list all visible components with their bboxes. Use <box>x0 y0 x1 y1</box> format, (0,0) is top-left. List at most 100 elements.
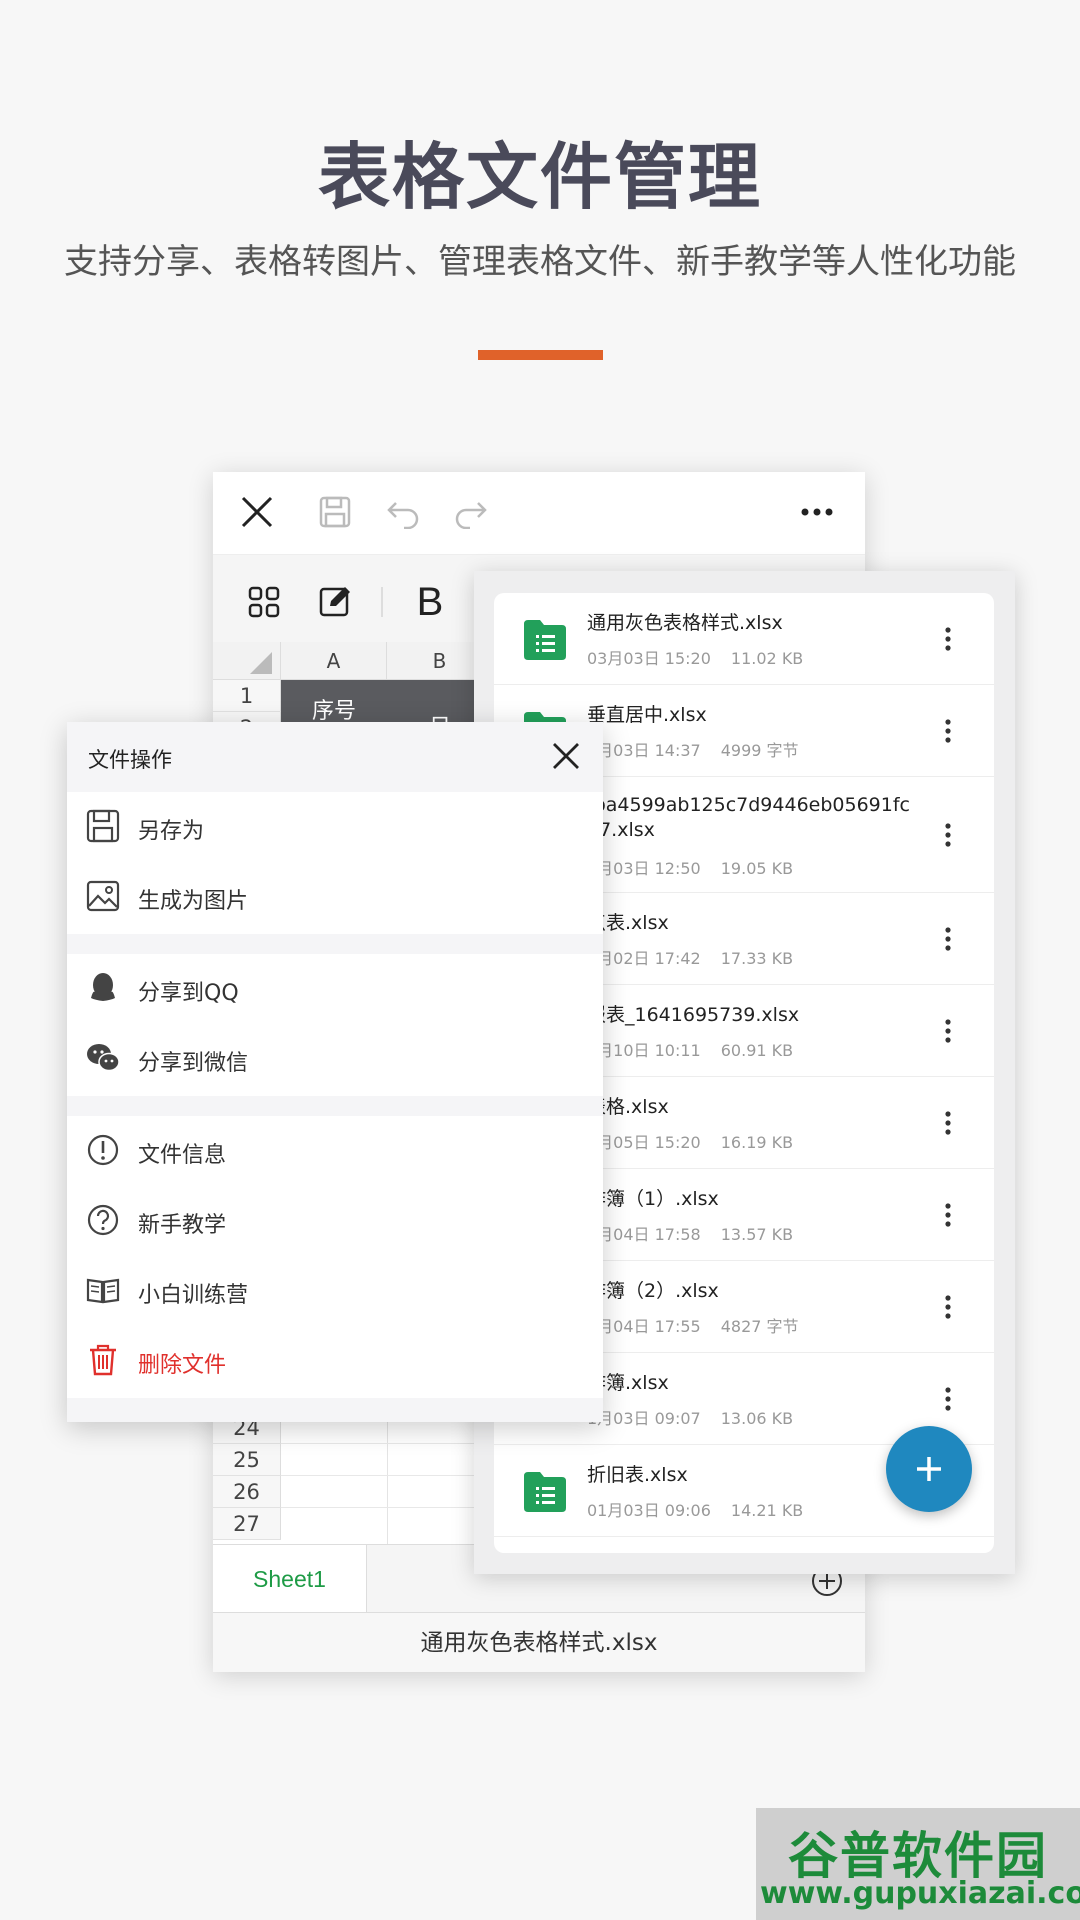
file-name: 折旧表.xlsx <box>587 1464 688 1486</box>
file-meta: 01月03日 09:06 14.21 KB <box>587 1497 803 1521</box>
file-size: 19.05 KB <box>720 859 794 878</box>
wechat-icon <box>87 1044 120 1072</box>
op-save-as[interactable]: 另存为 <box>67 792 603 862</box>
apps-button[interactable] <box>239 577 289 627</box>
current-file-name: 通用灰色表格样式.xlsx <box>213 1612 865 1672</box>
close-operations-button[interactable] <box>549 739 583 773</box>
file-meta: 3月03日 12:50 19.05 KB <box>587 855 793 879</box>
file-meta: 1月04日 17:55 4827 字节 <box>587 1313 799 1337</box>
watermark-logo: 谷普软件园 www.gupuxiazai.com <box>756 1808 1080 1920</box>
bold-button[interactable]: B <box>405 577 455 627</box>
redo-button[interactable] <box>447 488 495 536</box>
file-size: 13.57 KB <box>720 1225 794 1244</box>
file-size: 4827 字节 <box>720 1317 799 1336</box>
image-icon <box>86 880 120 912</box>
file-size: 14.21 KB <box>730 1501 804 1520</box>
file-more-button[interactable] <box>938 1292 958 1322</box>
hero-subtitle: 支持分享、表格转图片、管理表格文件、新手教学等人性化功能 <box>64 242 1016 282</box>
file-name: 报表_1641695739.xlsx <box>587 1004 800 1026</box>
op-share-wechat[interactable]: 分享到微信 <box>67 1024 603 1094</box>
file-meta: 1月04日 17:58 13.57 KB <box>587 1221 793 1245</box>
more-horizontal-icon <box>801 508 833 516</box>
save-icon <box>86 809 120 843</box>
add-file-fab[interactable] <box>886 1426 972 1512</box>
select-all-corner[interactable] <box>213 642 281 680</box>
row-number[interactable]: 25 <box>213 1444 281 1476</box>
column-header-a[interactable]: A <box>281 642 387 680</box>
section-divider <box>67 934 603 954</box>
spreadsheet-file-icon <box>524 1472 566 1512</box>
file-name: 垂直居中.xlsx <box>587 704 707 726</box>
sheet-tab-sheet1[interactable]: Sheet1 <box>213 1545 367 1613</box>
corner-triangle-icon <box>250 652 272 674</box>
row-number[interactable]: 27 <box>213 1508 281 1540</box>
edit-icon <box>319 587 350 617</box>
op-label: 分享到微信 <box>138 1051 249 1076</box>
op-label: 生成为图片 <box>138 889 249 914</box>
more-menu-button[interactable] <box>793 488 841 536</box>
file-date: 1月05日 15:20 <box>587 1133 701 1152</box>
file-name: 表格.xlsx <box>587 1096 669 1118</box>
file-operations-header: 文件操作 <box>67 722 603 792</box>
redo-icon <box>455 502 487 529</box>
file-size: 11.02 KB <box>730 649 804 668</box>
file-list-item[interactable]: 通用灰色表格样式.xlsx 03月03日 15:20 11.02 KB <box>494 593 994 685</box>
file-more-button[interactable] <box>938 624 958 654</box>
file-size: 17.33 KB <box>720 949 794 968</box>
more-vertical-icon <box>945 1111 951 1135</box>
help-icon <box>87 1204 119 1236</box>
more-vertical-icon <box>945 927 951 951</box>
op-training-camp[interactable]: 小白训练营 <box>67 1256 603 1326</box>
file-more-button[interactable] <box>938 1200 958 1230</box>
trash-icon <box>90 1344 116 1376</box>
file-more-button[interactable] <box>938 1108 958 1138</box>
close-icon <box>241 496 273 528</box>
file-date: 01月03日 09:06 <box>587 1501 711 1520</box>
more-vertical-icon <box>945 719 951 743</box>
file-date: 1月04日 17:55 <box>587 1317 701 1336</box>
op-export-image[interactable]: 生成为图片 <box>67 862 603 932</box>
grid-line <box>387 1412 388 1544</box>
file-size: 60.91 KB <box>720 1041 794 1060</box>
file-operations-title: 文件操作 <box>88 748 172 772</box>
op-tutorial[interactable]: 新手教学 <box>67 1186 603 1256</box>
info-icon <box>87 1134 119 1166</box>
file-meta: 1月10日 10:11 60.91 KB <box>587 1037 793 1061</box>
op-label: 新手教学 <box>138 1213 227 1238</box>
op-label: 小白训练营 <box>138 1283 249 1308</box>
edit-button[interactable] <box>311 577 361 627</box>
book-icon <box>86 1278 120 1304</box>
hero-title: 表格文件管理 <box>317 135 762 219</box>
file-more-button[interactable] <box>938 820 958 850</box>
file-name: 作簿（1）.xlsx <box>587 1188 719 1210</box>
file-name: 点表.xlsx <box>587 912 669 934</box>
op-share-qq[interactable]: 分享到QQ <box>67 954 603 1024</box>
file-size: 13.06 KB <box>720 1409 794 1428</box>
spreadsheet-topbar <box>213 472 865 552</box>
file-more-button[interactable] <box>938 924 958 954</box>
close-button[interactable] <box>233 488 281 536</box>
op-label: 另存为 <box>138 819 205 844</box>
file-more-button[interactable] <box>938 1016 958 1046</box>
row-number[interactable]: 26 <box>213 1476 281 1508</box>
op-file-info[interactable]: 文件信息 <box>67 1116 603 1186</box>
file-date: 1月10日 10:11 <box>587 1041 701 1060</box>
file-meta: 1月05日 15:20 16.19 KB <box>587 1129 793 1153</box>
file-date: 2月02日 17:42 <box>587 949 701 968</box>
plus-icon <box>917 1457 941 1481</box>
toolbar-separator <box>381 587 383 617</box>
save-button[interactable] <box>311 488 359 536</box>
file-size: 16.19 KB <box>720 1133 794 1152</box>
op-label: 文件信息 <box>138 1143 227 1168</box>
file-more-button[interactable] <box>938 716 958 746</box>
watermark-url: www.gupuxiazai.com <box>760 1876 1080 1911</box>
more-vertical-icon <box>945 1019 951 1043</box>
hero-divider <box>478 350 603 360</box>
op-delete-file[interactable]: 删除文件 <box>67 1326 603 1396</box>
file-date: 1月04日 17:58 <box>587 1225 701 1244</box>
file-meta: 03月03日 15:20 11.02 KB <box>587 645 803 669</box>
undo-button[interactable] <box>379 488 427 536</box>
more-vertical-icon <box>945 627 951 651</box>
file-more-button[interactable] <box>938 1384 958 1414</box>
row-number[interactable]: 1 <box>213 680 281 712</box>
